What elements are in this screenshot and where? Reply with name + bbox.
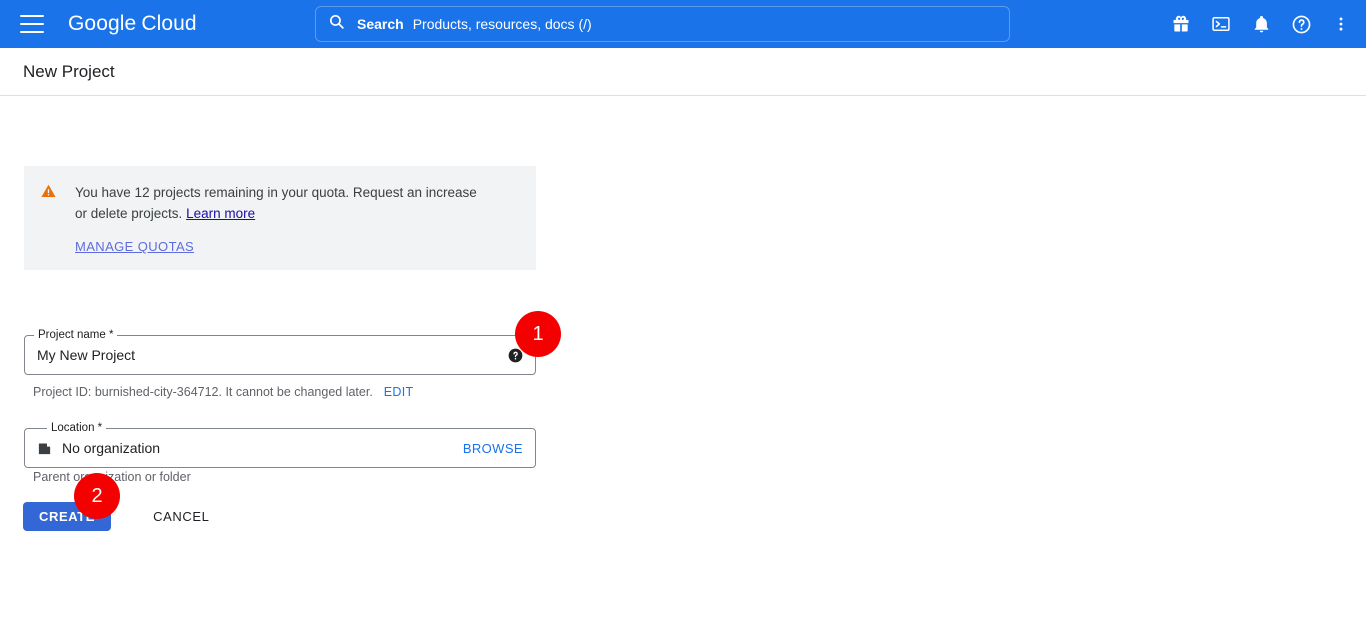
annotation-marker-1: 1 xyxy=(515,311,561,357)
project-name-label: Project name * xyxy=(34,328,117,342)
hamburger-menu-icon[interactable] xyxy=(20,15,44,33)
search-bar[interactable]: Search Products, resources, docs (/) xyxy=(315,6,1010,42)
search-label: Search xyxy=(357,16,404,32)
banner-message-text: You have 12 projects remaining in your q… xyxy=(75,185,477,221)
browse-location-button[interactable]: BROWSE xyxy=(463,441,523,456)
organization-building-icon xyxy=(37,441,52,456)
banner-body: You have 12 projects remaining in your q… xyxy=(75,182,520,256)
search-input[interactable]: Products, resources, docs (/) xyxy=(413,16,592,32)
gift-icon[interactable] xyxy=(1168,11,1194,37)
cancel-button[interactable]: CANCEL xyxy=(147,508,215,525)
annotation-marker-2: 2 xyxy=(74,473,120,519)
edit-project-id-button[interactable]: EDIT xyxy=(384,385,414,399)
more-options-icon[interactable] xyxy=(1328,11,1354,37)
location-field[interactable]: Location * No organization BROWSE xyxy=(24,428,536,468)
banner-message: You have 12 projects remaining in your q… xyxy=(75,182,481,224)
top-app-bar: GoogleCloud Search Products, resources, … xyxy=(0,0,1366,48)
manage-quotas-link[interactable]: MANAGE QUOTAS xyxy=(75,239,194,254)
notifications-bell-icon[interactable] xyxy=(1248,11,1274,37)
page-title: New Project xyxy=(23,62,115,82)
search-icon xyxy=(328,13,345,35)
project-name-input[interactable]: My New Project xyxy=(37,347,508,363)
location-value[interactable]: No organization xyxy=(62,440,463,456)
google-cloud-logo[interactable]: GoogleCloud xyxy=(68,12,197,36)
cloud-shell-icon[interactable] xyxy=(1208,11,1234,37)
help-icon[interactable] xyxy=(1288,11,1314,37)
quota-warning-banner: You have 12 projects remaining in your q… xyxy=(24,166,536,270)
page-header: New Project xyxy=(0,48,1366,96)
learn-more-link[interactable]: Learn more xyxy=(186,206,255,221)
project-id-text: Project ID: burnished-city-364712. It ca… xyxy=(33,385,373,399)
location-label: Location * xyxy=(47,421,106,435)
warning-triangle-icon xyxy=(40,183,57,204)
project-id-helper: Project ID: burnished-city-364712. It ca… xyxy=(33,385,413,399)
brand-google-text: Google xyxy=(68,12,136,35)
project-name-field[interactable]: Project name * My New Project xyxy=(24,335,536,375)
header-icon-group xyxy=(1168,0,1354,48)
brand-cloud-text: Cloud xyxy=(141,12,196,35)
form-actions: CREATE CANCEL xyxy=(23,502,215,531)
